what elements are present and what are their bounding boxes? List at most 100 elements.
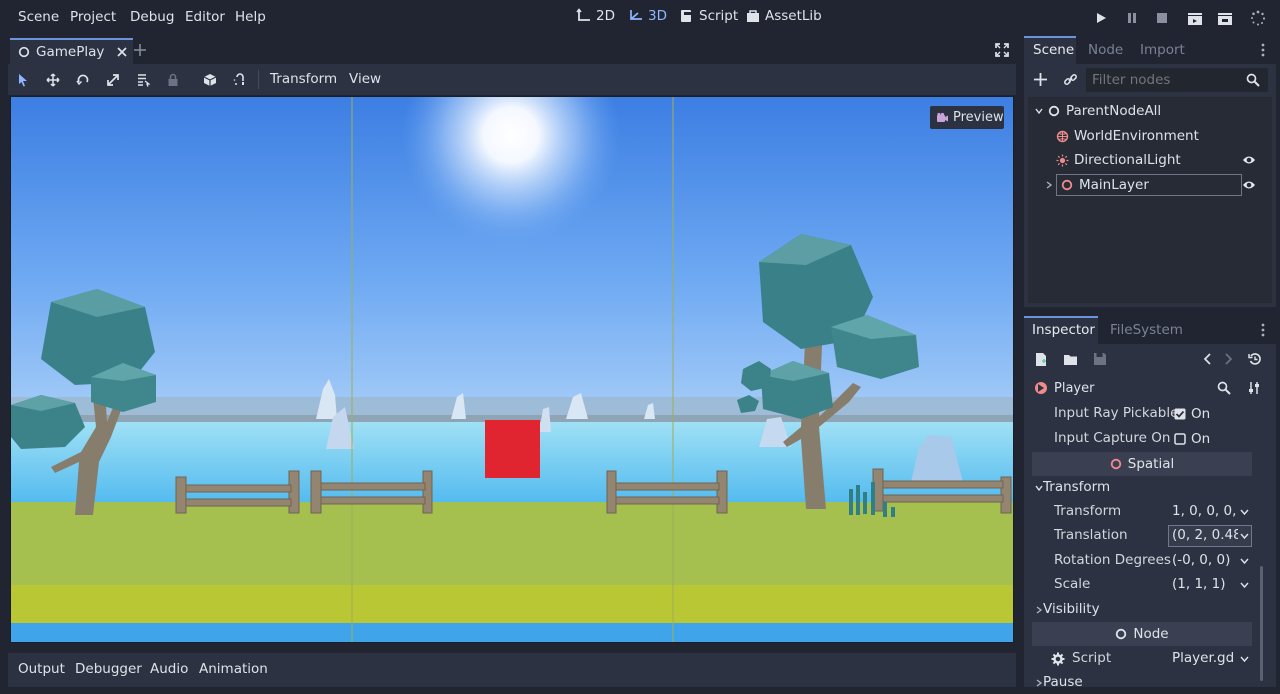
2d-mode-icon — [576, 8, 590, 21]
play-button[interactable] — [1092, 9, 1110, 27]
assetlib-label: AssetLib — [765, 8, 822, 24]
input-ray-pickable-checkbox[interactable]: On — [1174, 406, 1210, 422]
prop-rotation-degrees[interactable]: Rotation Degrees (-0, 0, 0) — [1030, 549, 1252, 573]
list-select-button[interactable] — [134, 71, 152, 89]
select-tool-button[interactable] — [14, 71, 32, 89]
mode-3d-button[interactable]: 3D — [628, 8, 667, 24]
tab-inspector[interactable]: Inspector — [1032, 322, 1095, 338]
camera-icon — [937, 112, 948, 122]
filter-nodes-input[interactable] — [1086, 68, 1268, 92]
tab-audio[interactable]: Audio — [150, 661, 188, 677]
input-capture-checkbox[interactable]: On — [1174, 431, 1210, 447]
local-space-button[interactable] — [201, 71, 219, 89]
tree-item-directionallight[interactable]: DirectionalLight — [1032, 148, 1260, 172]
water-front — [11, 623, 1013, 642]
transform-menu[interactable]: Transform — [270, 71, 337, 87]
add-node-icon[interactable] — [1033, 72, 1048, 87]
search-properties-icon[interactable] — [1217, 381, 1231, 395]
player-red-cube[interactable] — [485, 420, 540, 478]
pause-button[interactable] — [1123, 9, 1141, 27]
object-tools-icon[interactable] — [1247, 381, 1261, 395]
tab-gameplay[interactable]: GamePlay — [10, 38, 133, 64]
tab-import[interactable]: Import — [1140, 42, 1185, 58]
expand-arrow-icon[interactable] — [1044, 180, 1054, 190]
new-resource-icon[interactable] — [1034, 352, 1048, 367]
tab-animation[interactable]: Animation — [199, 661, 268, 677]
prop-transform[interactable]: Transform 1, 0, 0, 0, — [1030, 500, 1252, 524]
tree-item-worldenvironment[interactable]: WorldEnvironment — [1032, 124, 1260, 148]
transform-section-toggle[interactable]: Transform — [1030, 476, 1252, 500]
prop-input-capture-on: Input Capture On On — [1030, 427, 1252, 451]
3d-viewport[interactable]: Preview — [10, 96, 1014, 643]
assetlib-button[interactable]: AssetLib — [745, 8, 822, 24]
play-icon — [1097, 13, 1106, 23]
collapse-arrow-icon[interactable] — [1034, 106, 1044, 116]
visibility-eye-icon[interactable] — [1242, 179, 1256, 191]
clapperboard-icon — [1188, 13, 1202, 25]
rotate-tool-button[interactable] — [74, 71, 92, 89]
menu-scene[interactable]: Scene — [18, 9, 59, 25]
play-custom-scene-button[interactable] — [1216, 9, 1234, 27]
section-label: Transform — [1043, 479, 1111, 495]
dock-menu-icon[interactable] — [1260, 42, 1266, 58]
spatial-circle-icon — [1110, 458, 1121, 470]
filter-nodes-field[interactable] — [1092, 70, 1237, 90]
mode-2d-button[interactable]: 2D — [576, 8, 615, 24]
lock-icon — [168, 73, 178, 86]
play-scene-button[interactable] — [1186, 9, 1204, 27]
tree-item-parentnodeall[interactable]: ParentNodeAll — [1032, 99, 1260, 123]
open-folder-icon[interactable] — [1063, 352, 1078, 366]
lock-button[interactable] — [164, 71, 182, 89]
snap-button[interactable] — [231, 71, 249, 89]
scene-dock: ParentNodeAll WorldEnvironment Direction… — [1024, 64, 1276, 307]
instance-link-icon[interactable] — [1063, 72, 1078, 87]
move-tool-button[interactable] — [44, 71, 62, 89]
sun-icon — [1056, 154, 1069, 166]
menu-debug[interactable]: Debug — [130, 9, 174, 25]
view-menu[interactable]: View — [349, 71, 381, 87]
prop-translation[interactable]: Translation (0, 2, 0.48 — [1030, 524, 1252, 548]
add-tab-icon[interactable] — [133, 43, 147, 57]
tab-output[interactable]: Output — [18, 661, 65, 677]
menu-help[interactable]: Help — [235, 9, 266, 25]
stop-button[interactable] — [1153, 9, 1171, 27]
tab-filesystem[interactable]: FileSystem — [1110, 322, 1183, 338]
close-icon[interactable] — [116, 46, 128, 58]
cube-icon — [203, 74, 217, 86]
fullscreen-icon[interactable] — [995, 43, 1009, 57]
pause-section-toggle[interactable]: Pause — [1030, 671, 1252, 687]
inspector-object-name: Player — [1054, 380, 1095, 396]
prop-script[interactable]: Script Player.gd — [1030, 647, 1252, 671]
tab-node[interactable]: Node — [1088, 42, 1123, 58]
toolbar-separator — [258, 70, 259, 89]
save-icon[interactable] — [1093, 352, 1107, 366]
property-list: Input Ray Pickable On Input Capture On O… — [1030, 402, 1252, 687]
menu-editor[interactable]: Editor — [185, 9, 225, 25]
tree-item-mainlayer[interactable]: MainLayer — [1032, 173, 1260, 197]
visibility-eye-icon[interactable] — [1242, 154, 1256, 166]
scale-tool-button[interactable] — [104, 71, 122, 89]
inspector-dock: Player Input Ray Pickable On Input Captu… — [1024, 344, 1276, 687]
mode-2d-label: 2D — [596, 8, 615, 24]
tab-debugger[interactable]: Debugger — [75, 661, 142, 677]
prop-label: Translation — [1054, 527, 1128, 543]
history-back-icon[interactable] — [1202, 352, 1212, 366]
select-cursor-icon — [19, 74, 27, 87]
menu-project[interactable]: Project — [70, 9, 116, 25]
history-forward-icon[interactable] — [1224, 352, 1234, 366]
prop-scale[interactable]: Scale (1, 1, 1) — [1030, 573, 1252, 597]
preview-button[interactable]: Preview — [930, 106, 1004, 129]
tab-scene[interactable]: Scene — [1033, 42, 1074, 58]
checkbox-label: On — [1191, 406, 1211, 422]
tree-label: MainLayer — [1079, 177, 1149, 193]
tree-label: ParentNodeAll — [1066, 103, 1162, 119]
prop-value: 1, 0, 0, 0, — [1172, 503, 1237, 519]
inspector-scrollbar[interactable] — [1260, 566, 1263, 681]
clapperboard-custom-icon — [1218, 13, 1232, 25]
inspector-object-header: Player — [1032, 377, 1268, 399]
visibility-section-toggle[interactable]: Visibility — [1030, 598, 1252, 622]
mode-3d-label: 3D — [648, 8, 667, 24]
script-mode-button[interactable]: Script — [679, 8, 738, 24]
dock-menu-icon[interactable] — [1260, 322, 1266, 338]
history-icon[interactable] — [1248, 352, 1262, 366]
